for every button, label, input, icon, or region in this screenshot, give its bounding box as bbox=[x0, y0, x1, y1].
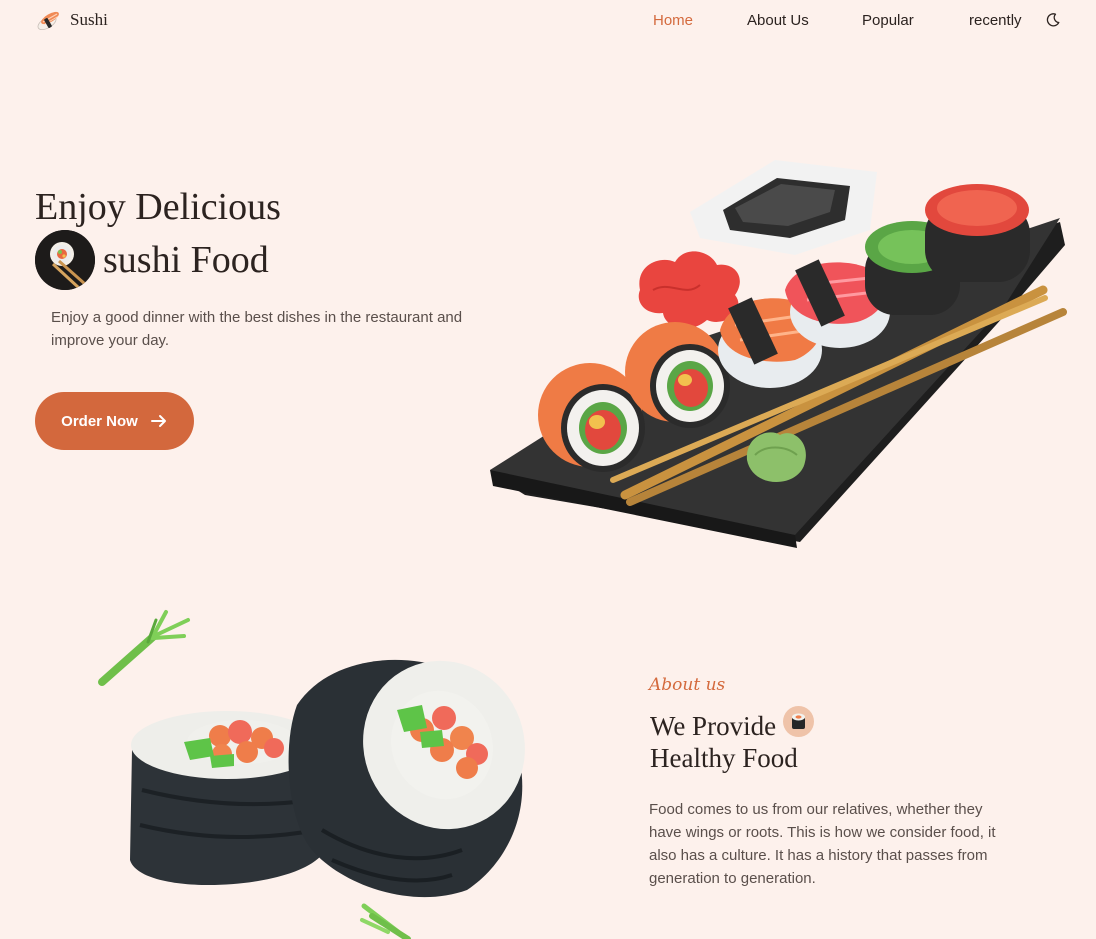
about-title-line1: We Provide bbox=[650, 711, 777, 741]
nav-popular[interactable]: Popular bbox=[862, 12, 914, 29]
green-onion-decoration-bottom bbox=[358, 902, 418, 939]
hero-description: Enjoy a good dinner with the best dishes… bbox=[51, 309, 463, 349]
hero-title-line2-row: sushi Food bbox=[35, 230, 269, 290]
hero-title-line1: Enjoy Delicious bbox=[35, 186, 281, 228]
sushi-roll-icon bbox=[783, 706, 814, 737]
about-title: We Provide Healthy Food bbox=[650, 710, 798, 774]
site-header: Sushi Home About Us Popular recently bbox=[0, 0, 1096, 42]
nav-home[interactable]: Home bbox=[653, 12, 693, 29]
nav-recently[interactable]: recently bbox=[969, 12, 1022, 29]
sushi-chopsticks-icon bbox=[35, 230, 95, 290]
about-tag: About us bbox=[649, 675, 726, 695]
sushi-logo-icon bbox=[36, 8, 62, 32]
sushi-board-image bbox=[485, 150, 1070, 555]
brand-logo[interactable]: Sushi bbox=[36, 8, 108, 32]
about-title-line2: Healthy Food bbox=[650, 743, 798, 773]
nav-about-us[interactable]: About Us bbox=[747, 12, 809, 29]
brand-name: Sushi bbox=[70, 10, 108, 29]
arrow-right-icon bbox=[150, 412, 168, 430]
order-now-label: Order Now bbox=[61, 412, 138, 430]
moon-icon[interactable] bbox=[1045, 12, 1061, 28]
order-now-button[interactable]: Order Now bbox=[35, 392, 194, 450]
hero-title-line2: sushi Food bbox=[103, 239, 269, 281]
sushi-rolls-image bbox=[122, 650, 542, 900]
about-description: Food comes to us from our relatives, whe… bbox=[649, 801, 996, 887]
